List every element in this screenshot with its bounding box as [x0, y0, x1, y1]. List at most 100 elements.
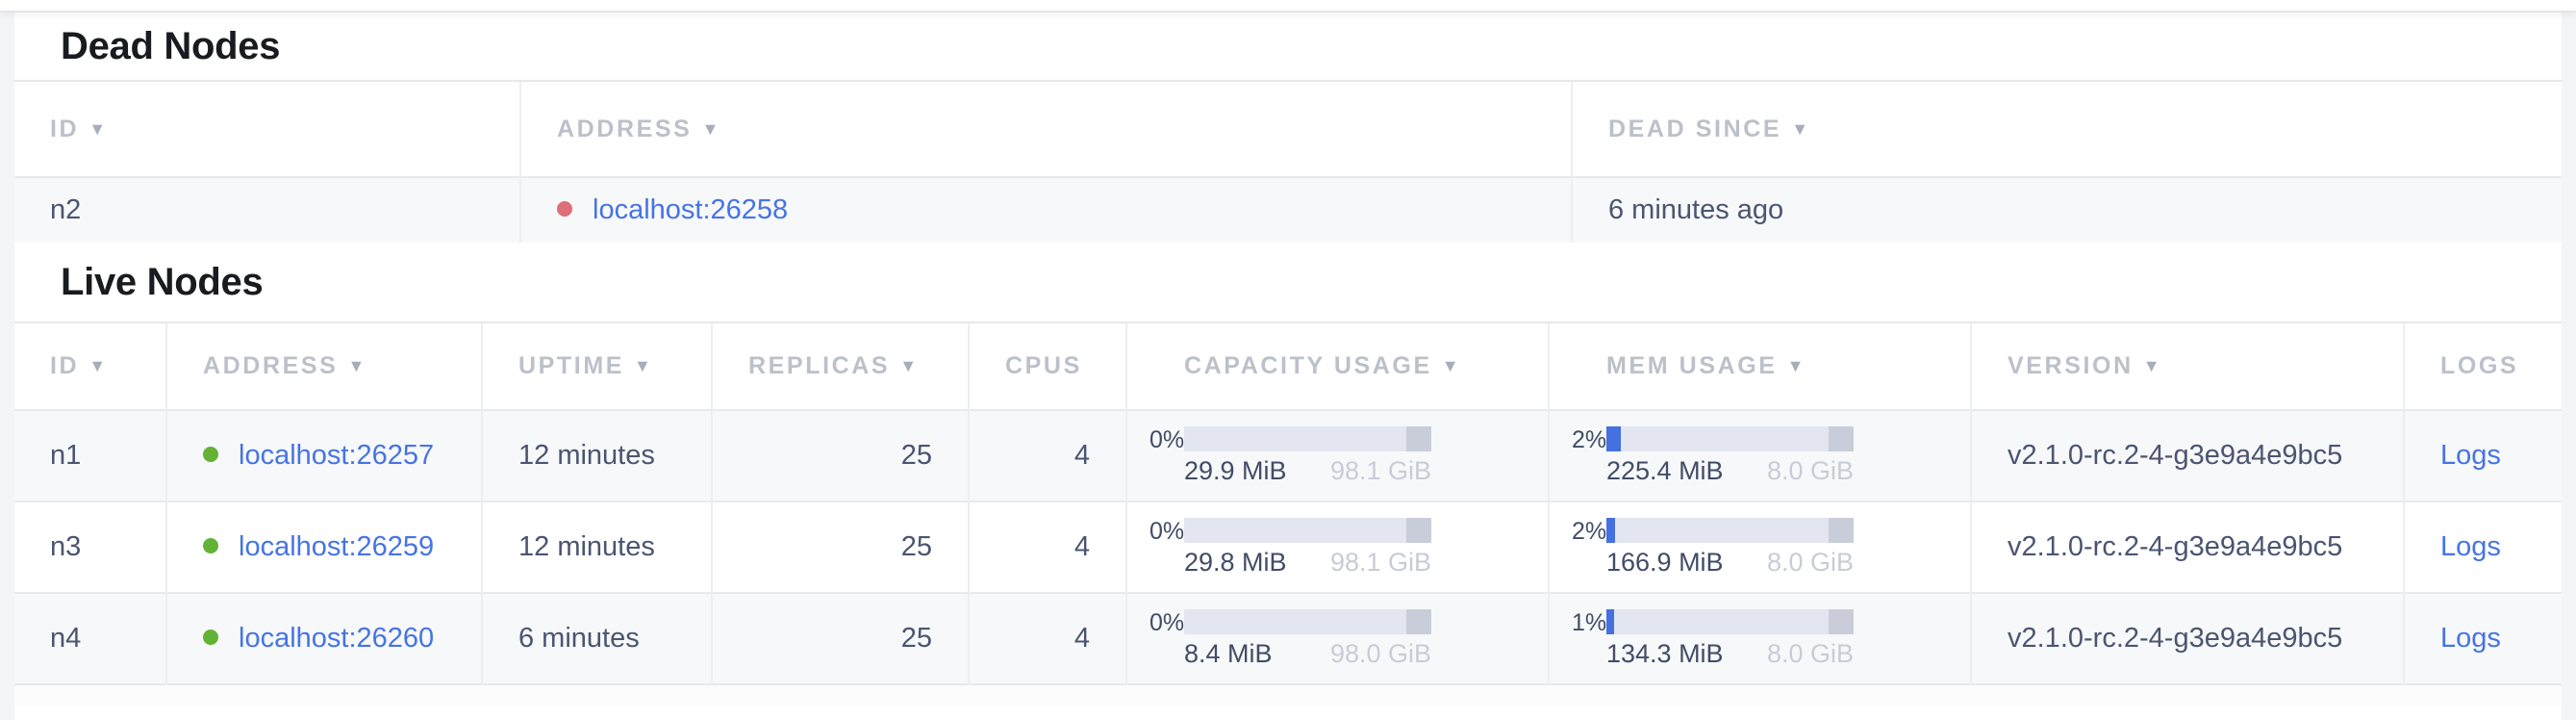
live-col-header-mem-usage[interactable]: MEM USAGE ▼ [1549, 323, 1971, 410]
mem-used-segment [1606, 609, 1614, 634]
column-label: VERSION [2008, 352, 2134, 379]
node-live-status-dot-icon [203, 630, 218, 645]
live-node-row: n4 localhost:26260 6 minutes 25 4 0% 8.4… [14, 593, 2562, 684]
column-label: CPUS [1005, 352, 1082, 379]
live-col-header-uptime[interactable]: UPTIME▼ [482, 323, 712, 410]
mem-usage-bar [1606, 609, 1854, 634]
live-nodes-header-row: ID▼ ADDRESS▼ UPTIME▼ REPLICAS▼ CPUS CAPA… [14, 323, 2562, 410]
column-label: ADDRESS [203, 352, 338, 379]
mem-percent-label: 2% [1572, 518, 1606, 545]
capacity-percent-label: 0% [1149, 426, 1184, 453]
node-id-cell: n3 [14, 501, 166, 593]
mem-used-value: 134.3 MiB [1606, 639, 1724, 668]
node-logs-link[interactable]: Logs [2440, 531, 2501, 562]
live-col-header-address[interactable]: ADDRESS ▼ [166, 323, 482, 410]
capacity-percent-label: 0% [1149, 518, 1184, 545]
capacity-total-value: 98.1 GiB [1330, 456, 1431, 485]
node-address-link[interactable]: localhost:26257 [239, 440, 434, 471]
node-uptime-cell: 6 minutes [482, 593, 712, 684]
capacity-usage-widget: 0% 8.4 MiB 98.0 GiB [1127, 609, 1548, 668]
sort-arrow-icon: ▼ [88, 119, 108, 139]
node-logs-link[interactable]: Logs [2440, 440, 2501, 471]
node-replicas-cell: 25 [712, 501, 969, 593]
next-section-edge [14, 685, 2562, 706]
mem-total-value: 8.0 GiB [1767, 639, 1854, 668]
node-cpus-cell: 4 [969, 593, 1126, 684]
dead-col-header-dead-since[interactable]: DEAD SINCE ▼ [1572, 82, 2562, 177]
mem-usage-widget: 1% 134.3 MiB 8.0 GiB [1550, 609, 1970, 668]
live-nodes-section-header: Live Nodes [14, 243, 2562, 323]
mem-usage-bar [1606, 426, 1854, 451]
node-dead-status-dot-icon [557, 201, 572, 217]
mem-usage-cell: 1% 134.3 MiB 8.0 GiB [1549, 593, 1971, 684]
live-nodes-table: ID▼ ADDRESS▼ UPTIME▼ REPLICAS▼ CPUS CAPA… [14, 323, 2562, 685]
capacity-bar-end-block [1406, 426, 1431, 451]
dead-col-header-address[interactable]: ADDRESS ▼ [520, 82, 1572, 177]
dead-node-row: n2 localhost:26258 6 minutes ago [14, 177, 2562, 243]
live-col-header-replicas[interactable]: REPLICAS▼ [712, 323, 969, 410]
sort-arrow-icon: ▼ [1442, 356, 1461, 375]
node-address-link[interactable]: localhost:26258 [593, 194, 788, 225]
sort-arrow-icon: ▼ [347, 356, 366, 375]
node-version-cell: v2.1.0-rc.2-4-g3e9a4e9bc5 [1971, 410, 2404, 501]
column-label: DEAD SINCE [1608, 116, 1781, 142]
dead-nodes-title: Dead Nodes [61, 25, 280, 68]
node-live-status-dot-icon [203, 447, 218, 462]
live-node-row: n3 localhost:26259 12 minutes 25 4 0% 29… [14, 501, 2562, 593]
live-col-header-cpus[interactable]: CPUS [969, 323, 1126, 410]
top-panel-edge [0, 0, 2576, 13]
mem-percent-label: 2% [1572, 426, 1606, 453]
mem-total-value: 8.0 GiB [1767, 548, 1854, 577]
node-address-link[interactable]: localhost:26260 [239, 623, 434, 654]
mem-usage-cell: 2% 166.9 MiB 8.0 GiB [1549, 501, 1971, 593]
column-label: ADDRESS [557, 116, 692, 142]
mem-usage-widget: 2% 225.4 MiB 8.0 GiB [1550, 426, 1970, 485]
sort-arrow-icon: ▼ [899, 356, 919, 375]
node-live-status-dot-icon [203, 538, 218, 553]
dead-nodes-table: ID▼ ADDRESS ▼ DEAD SINCE ▼ n2 localhost:26… [14, 82, 2562, 243]
mem-bar-end-block [1829, 609, 1854, 634]
mem-used-segment [1606, 518, 1615, 543]
capacity-usage-cell: 0% 29.9 MiB 98.1 GiB [1126, 410, 1549, 501]
live-col-header-logs: LOGS [2404, 323, 2562, 410]
node-logs-cell: Logs [2404, 501, 2562, 593]
node-version-cell: v2.1.0-rc.2-4-g3e9a4e9bc5 [1971, 593, 2404, 684]
live-col-header-id[interactable]: ID▼ [14, 323, 166, 410]
sort-arrow-icon: ▼ [701, 119, 720, 139]
mem-usage-bar [1606, 518, 1854, 543]
mem-usage-widget: 2% 166.9 MiB 8.0 GiB [1550, 518, 1970, 577]
node-address-cell: localhost:26258 [520, 177, 1572, 243]
column-label: UPTIME [518, 352, 624, 379]
capacity-usage-cell: 0% 8.4 MiB 98.0 GiB [1126, 593, 1549, 684]
node-replicas-cell: 25 [712, 410, 969, 501]
capacity-usage-widget: 0% 29.9 MiB 98.1 GiB [1127, 426, 1548, 485]
sort-arrow-icon: ▼ [1791, 119, 1810, 139]
column-label: MEM USAGE [1606, 352, 1778, 379]
capacity-usage-widget: 0% 29.8 MiB 98.1 GiB [1127, 518, 1548, 577]
dead-col-header-id[interactable]: ID▼ [14, 82, 520, 177]
sort-arrow-icon: ▼ [88, 356, 108, 375]
sort-arrow-icon: ▼ [1787, 356, 1806, 375]
node-cpus-cell: 4 [969, 501, 1126, 593]
capacity-bar-end-block [1406, 518, 1431, 543]
node-logs-cell: Logs [2404, 593, 2562, 684]
node-id-cell: n4 [14, 593, 166, 684]
column-label: LOGS [2440, 352, 2518, 379]
node-address-cell: localhost:26257 [166, 410, 482, 501]
capacity-used-value: 29.8 MiB [1184, 548, 1287, 577]
capacity-used-value: 8.4 MiB [1184, 639, 1273, 668]
live-col-header-capacity-usage[interactable]: CAPACITY USAGE▼ [1126, 323, 1549, 410]
live-col-header-version[interactable]: VERSION▼ [1971, 323, 2404, 410]
capacity-total-value: 98.1 GiB [1330, 548, 1431, 577]
nodes-overview-panel: Dead Nodes ID▼ ADDRESS ▼ DEAD SINCE ▼ n2 l… [14, 13, 2562, 720]
mem-used-segment [1606, 426, 1621, 451]
mem-bar-end-block [1829, 518, 1854, 543]
node-logs-cell: Logs [2404, 410, 2562, 501]
dead-since-cell: 6 minutes ago [1572, 177, 2562, 243]
mem-total-value: 8.0 GiB [1767, 456, 1854, 485]
node-logs-link[interactable]: Logs [2440, 623, 2501, 654]
node-address-cell: localhost:26260 [166, 593, 482, 684]
capacity-percent-label: 0% [1149, 609, 1184, 636]
capacity-usage-cell: 0% 29.8 MiB 98.1 GiB [1126, 501, 1549, 593]
node-address-link[interactable]: localhost:26259 [239, 531, 434, 562]
